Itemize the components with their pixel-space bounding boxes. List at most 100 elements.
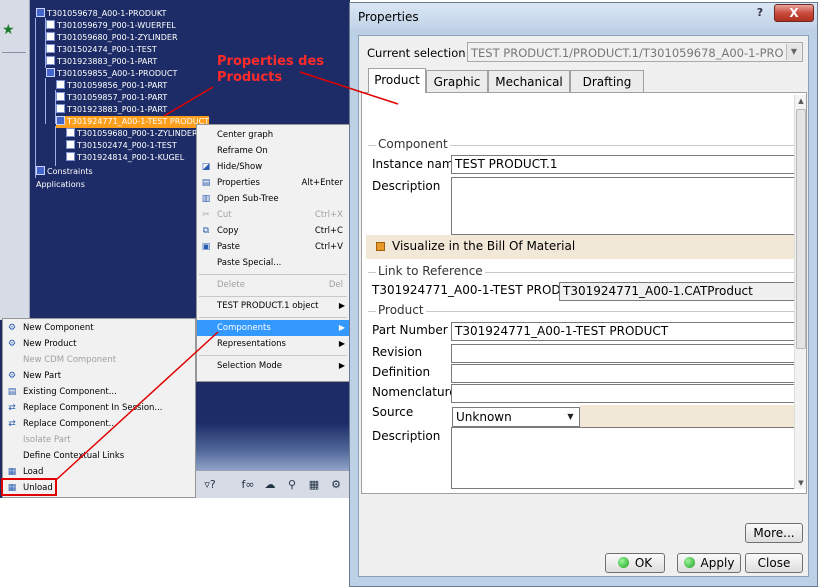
annotation-label: Properties des Products [217, 54, 325, 85]
part-icon [46, 44, 55, 53]
star-icon[interactable]: ★ [2, 22, 20, 40]
new-part-icon: ⚙ [7, 371, 17, 381]
menu-item-components[interactable]: Components ▶ [197, 320, 349, 336]
properties-scroll-area: Component Instance name TEST PRODUCT.1 D… [366, 97, 796, 493]
part-icon [66, 140, 75, 149]
reference-file-field[interactable]: T301924771_A00-1.CATProduct [559, 282, 796, 301]
menu-item-paste-special[interactable]: Paste Special... [197, 255, 349, 271]
nomenclature-input[interactable] [451, 384, 796, 403]
submenu-item-define-links[interactable]: Define Contextual Links [3, 448, 195, 464]
submenu-arrow-icon: ▶ [338, 361, 345, 370]
tree-node-selected[interactable]: T301924771_A00-1-TEST PRODUCT [56, 116, 210, 128]
ok-button[interactable]: OK [605, 553, 665, 573]
submenu-item-new-component[interactable]: ⚙ New Component [3, 320, 195, 336]
submenu-item-isolate-part[interactable]: Isolate Part [3, 432, 195, 448]
menu-item-copy[interactable]: ⧉ Copy Ctrl+C [197, 223, 349, 239]
more-button[interactable]: More... [745, 523, 803, 543]
tab-product[interactable]: Product [368, 68, 426, 93]
definition-input[interactable] [451, 364, 796, 383]
product-icon [46, 68, 55, 77]
menu-item-hide-show[interactable]: ◪ Hide/Show [197, 159, 349, 175]
catalog-icon[interactable]: ⚙ [328, 477, 344, 493]
tab-drafting[interactable]: Drafting [570, 70, 644, 92]
copy-icon: ⧉ [202, 226, 210, 236]
tree-node[interactable]: T301059679_P00-1-WUERFEL [46, 20, 176, 32]
apply-button[interactable]: Apply [677, 553, 741, 573]
tree-node[interactable]: T301059680_P00-1-ZYLINDER [66, 128, 198, 140]
vertical-scrollbar[interactable]: ▲ ▼ [794, 95, 806, 489]
tree-node[interactable]: T301502474_P00-1-TEST [46, 44, 157, 56]
menu-item-open-subtree[interactable]: ▥ Open Sub-Tree [197, 191, 349, 207]
dialog-title: Properties [358, 10, 419, 24]
menu-item-center-graph[interactable]: Center graph [197, 127, 349, 143]
tab-mechanical[interactable]: Mechanical [488, 70, 570, 92]
tree-node[interactable]: T301059680_P00-1-ZYLINDER [46, 32, 178, 44]
component-group-title: Component [376, 137, 450, 151]
open-subtree-icon: ▥ [201, 194, 211, 204]
formula-icon[interactable]: f∞ [240, 477, 256, 493]
tree-node[interactable]: T301923883_P00-1-PART [46, 56, 157, 68]
menu-item-cut[interactable]: ✂ Cut Ctrl+X [197, 207, 349, 223]
submenu-item-replace-component[interactable]: ⇄ Replace Component... [3, 416, 195, 432]
paste-icon: ▣ [201, 242, 211, 252]
help-icon[interactable]: ▿? [202, 477, 218, 493]
tab-graphic[interactable]: Graphic [426, 70, 488, 92]
submenu-item-new-part[interactable]: ⚙ New Part [3, 368, 195, 384]
tree-connector [55, 126, 56, 166]
part-icon [56, 92, 65, 101]
replace-component-icon: ⇄ [8, 419, 16, 429]
submenu-item-existing-component[interactable]: ▤ Existing Component... [3, 384, 195, 400]
close-window-button[interactable]: X [774, 4, 814, 22]
tree-node[interactable]: T301059855_A00-1-PRODUCT [46, 68, 177, 80]
tree-node[interactable]: T301059857_P00-1-PART [56, 92, 167, 104]
dialog-body: Current selection : TEST PRODUCT.1/PRODU… [358, 35, 809, 577]
help-button[interactable]: ? [748, 4, 772, 22]
close-button[interactable]: Close [745, 553, 803, 573]
new-component-icon: ⚙ [7, 323, 17, 333]
submenu-item-new-product[interactable]: ⚙ New Product [3, 336, 195, 352]
menu-item-selection-mode[interactable]: Selection Mode ▶ [197, 358, 349, 374]
scrollbar-thumb[interactable] [796, 109, 806, 349]
scroll-up-icon[interactable]: ▲ [795, 95, 807, 107]
hide-show-icon: ◪ [201, 162, 211, 172]
menu-item-properties[interactable]: ▤ Properties Alt+Enter [197, 175, 349, 191]
tree-node[interactable]: Constraints [36, 166, 93, 178]
source-select[interactable]: Unknown ▼ [452, 407, 580, 427]
source-label: Source [372, 405, 414, 419]
table-icon[interactable]: ▦ [306, 477, 322, 493]
dialog-title-bar[interactable]: Properties ? X [350, 3, 817, 29]
3d-viewport[interactable] [196, 422, 350, 470]
chevron-down-icon[interactable]: ▼ [563, 409, 578, 425]
reference-name: T301924771_A00-1-TEST PRODUCT [372, 283, 586, 297]
menu-item-object[interactable]: TEST PRODUCT.1 object ▶ [197, 298, 349, 314]
product-description-textarea[interactable] [451, 427, 796, 489]
scroll-down-icon[interactable]: ▼ [795, 477, 807, 489]
submenu-item-new-cdm-component[interactable]: New CDM Component [3, 352, 195, 368]
submenu-item-replace-in-session[interactable]: ⇄ Replace Component In Session... [3, 400, 195, 416]
tree-node[interactable]: T301502474_P00-1-TEST [66, 140, 177, 152]
menu-item-paste[interactable]: ▣ Paste Ctrl+V [197, 239, 349, 255]
current-selection-combo[interactable]: TEST PRODUCT.1/PRODUCT.1/T301059678_A00-… [467, 42, 803, 62]
measure-icon[interactable]: ⚲ [284, 477, 300, 493]
tree-node[interactable]: T301923883_P00-1-PART [56, 104, 167, 116]
tree-node[interactable]: T301059678_A00-1-PRODUKT [36, 8, 166, 20]
current-selection-label: Current selection : [367, 46, 474, 60]
current-selection-value: TEST PRODUCT.1/PRODUCT.1/T301059678_A00-… [471, 46, 783, 60]
tree-node[interactable]: T301924814_P00-1-KUGEL [66, 152, 184, 164]
revision-input[interactable] [451, 344, 796, 363]
comment-icon[interactable]: ☁ [262, 477, 278, 493]
chevron-down-icon[interactable]: ▼ [786, 44, 801, 60]
component-description-textarea[interactable] [451, 177, 796, 235]
menu-separator [199, 355, 347, 356]
tree-node[interactable]: T301059856_P00-1-PART [56, 80, 167, 92]
visualize-checkbox[interactable] [376, 242, 385, 251]
source-row-fill [580, 405, 796, 429]
menu-item-representations[interactable]: Representations ▶ [197, 336, 349, 352]
tree-node[interactable]: Applications [36, 179, 85, 191]
instance-name-input[interactable]: TEST PRODUCT.1 [451, 155, 796, 174]
menu-item-delete[interactable]: Delete Del [197, 277, 349, 293]
menu-item-reframe-on[interactable]: Reframe On [197, 143, 349, 159]
empty-area [0, 498, 350, 587]
part-number-input[interactable]: T301924771_A00-1-TEST PRODUCT [451, 322, 796, 341]
visualize-label: Visualize in the Bill Of Material [392, 239, 576, 253]
